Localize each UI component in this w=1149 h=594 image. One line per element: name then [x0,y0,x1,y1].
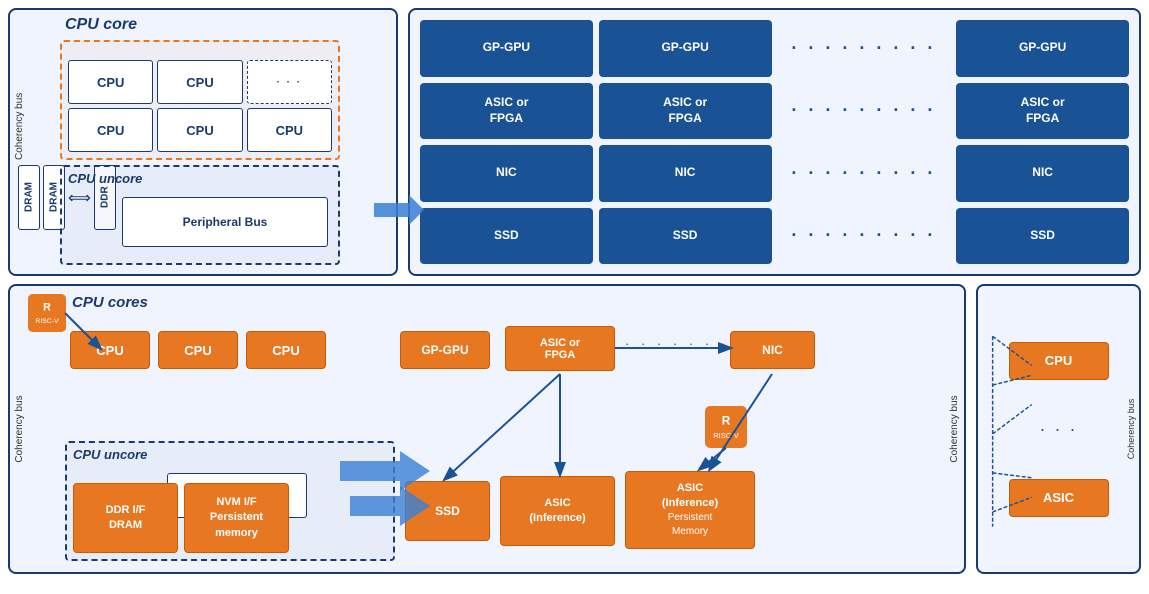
top-left-panel: CPU core Coherency bus CPU CPU · · · CPU… [8,8,398,276]
dots-2: · · · · · · · · · [778,83,951,140]
nic-1: NIC [420,145,593,202]
device-grid: GP-GPU GP-GPU · · · · · · · · · GP-GPU A… [420,20,1129,264]
nvm-if-box: NVM I/FPersistentmemory [184,483,289,553]
asic-fpga-3: ASIC orFPGA [956,83,1129,140]
br-dots: · · · [1040,415,1078,444]
risc-v-logo-bottom: R RISC-V [28,294,66,332]
bottom-dots-h: · · · · · · · [625,336,729,351]
bottom-cpu-1: CPU [70,331,150,369]
br-asic-box: ASIC [1009,479,1109,517]
asic-inference-2: ASIC(Inference)PersistentMemory [625,471,755,549]
cpu-uncore-title-bottom: CPU uncore [73,447,147,462]
svg-text:RISC-V: RISC-V [35,318,59,325]
risc-v-logo-middle: R RISC-V [705,406,747,448]
coherency-bus-label-top: Coherency bus [14,60,25,160]
cpu-cell-3: CPU [68,108,153,152]
cpu-uncore-box-top: CPU uncore Peripheral Bus [60,165,340,265]
nic-2: NIC [599,145,772,202]
asic-fpga-1: ASIC orFPGA [420,83,593,140]
main-container: CPU core Coherency bus CPU CPU · · · CPU… [0,0,1149,594]
cpu-cell-4: CPU [157,108,242,152]
asic-inference-1: ASIC(Inference) [500,476,615,546]
coherency-label-bottom-left: Coherency bus [14,395,25,462]
ssd-1: SSD [420,208,593,265]
nic-bottom: NIC [730,331,815,369]
dots-1: · · · · · · · · · [778,20,951,77]
cpu-uncore-box-bottom: CPU uncore Smart & FastPeripheral Bus DD… [65,441,395,561]
asic-fpga-2: ASIC orFPGA [599,83,772,140]
gp-gpu-2: GP-GPU [599,20,772,77]
cpu-grid: CPU CPU · · · CPU CPU CPU [62,42,338,158]
cpu-cell-2: CPU [157,60,242,104]
svg-text:RISC-V: RISC-V [713,431,739,440]
dots-3: · · · · · · · · · [778,145,951,202]
bottom-right-panel: Coherency bus CPU · · · ASIC [976,284,1141,574]
ddr-if-box: DDR I/FDRAM [73,483,178,553]
big-arrow-right-top [374,195,424,225]
bottom-section: Coherency bus Coherency bus R RISC-V CPU… [8,284,1141,574]
nic-3: NIC [956,145,1129,202]
top-section: CPU core Coherency bus CPU CPU · · · CPU… [8,8,1141,276]
ssd-2: SSD [599,208,772,265]
cpu-cell-5: CPU [247,108,332,152]
cpu-core-box: CPU CPU · · · CPU CPU CPU [60,40,340,160]
ssd-bottom: SSD [405,481,490,541]
gp-gpu-1: GP-GPU [420,20,593,77]
dram-box-1: DRAM [18,165,40,230]
ssd-3: SSD [956,208,1129,265]
cpu-cores-title-bottom: CPU cores [72,294,148,311]
gp-gpu-3: GP-GPU [956,20,1129,77]
svg-text:R: R [43,302,51,314]
gp-gpu-bottom: GP-GPU [400,331,490,369]
bottom-cpu-3: CPU [246,331,326,369]
cpu-cell-1: CPU [68,60,153,104]
bottom-cpu-2: CPU [158,331,238,369]
dots-4: · · · · · · · · · [778,208,951,265]
coherency-label-bottom-right: Coherency bus [949,395,960,462]
br-cpu-box: CPU [1009,342,1109,380]
asic-fpga-bottom: ASIC orFPGA [505,326,615,371]
cpu-cell-dots-1: · · · [247,60,332,104]
top-right-panel: GP-GPU GP-GPU · · · · · · · · · GP-GPU A… [408,8,1141,276]
bottom-cpu-row: CPU CPU CPU [70,331,326,369]
svg-text:R: R [722,414,731,427]
br-coherency-label: Coherency bus [1126,399,1136,460]
cpu-core-title: CPU core [65,16,137,34]
cpu-uncore-title-top: CPU uncore [68,171,142,186]
bottom-left-panel: Coherency bus Coherency bus R RISC-V CPU… [8,284,966,574]
peripheral-bus-box: Peripheral Bus [122,197,328,247]
ddr-nvm-row: DDR I/FDRAM NVM I/FPersistentmemory [73,483,289,553]
